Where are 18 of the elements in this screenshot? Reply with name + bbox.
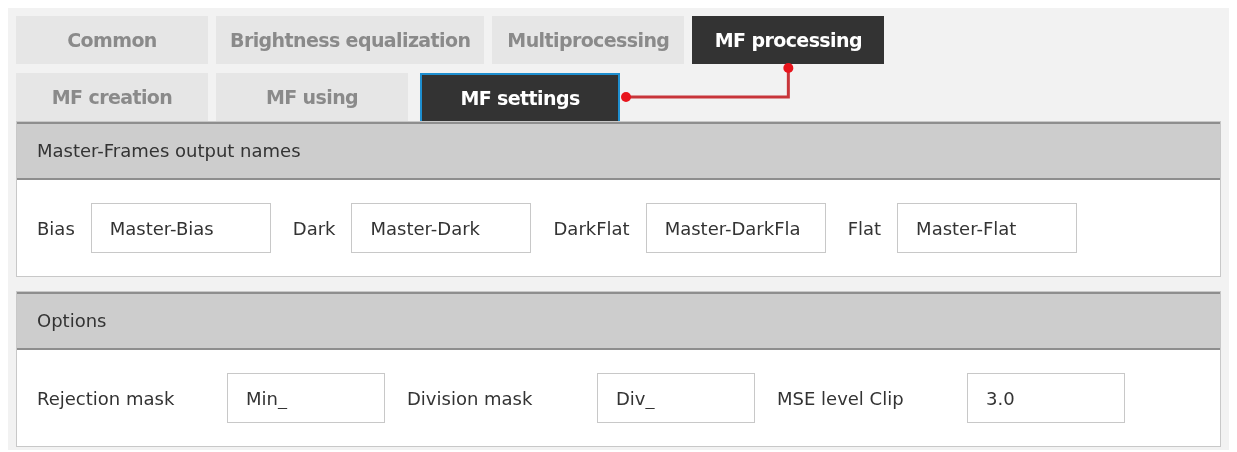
input-field[interactable]: Min_ [227, 373, 385, 423]
field-label: MSE level Clip [777, 387, 905, 409]
field-label: Rejection mask [37, 387, 176, 409]
section-header: Master-Frames output names [17, 122, 1220, 180]
tab[interactable]: MF settings [420, 73, 620, 121]
input-field[interactable]: Div_ [597, 373, 755, 423]
input-field[interactable]: Master-Dark [351, 203, 532, 253]
field-label: Dark [292, 217, 336, 239]
field-label: DarkFlat [553, 217, 630, 239]
tab[interactable]: MF processing [692, 16, 885, 64]
input-field[interactable]: Master-Flat [897, 203, 1078, 253]
field-label: Division mask [407, 387, 534, 409]
field-label: Bias [37, 217, 75, 239]
field-label: Flat [847, 217, 882, 239]
input-field[interactable]: Master-DarkFla [645, 203, 826, 253]
section-header: Options [17, 292, 1220, 350]
input-field[interactable]: 3.0 [967, 373, 1125, 423]
input-field[interactable]: Master-Bias [90, 203, 271, 253]
